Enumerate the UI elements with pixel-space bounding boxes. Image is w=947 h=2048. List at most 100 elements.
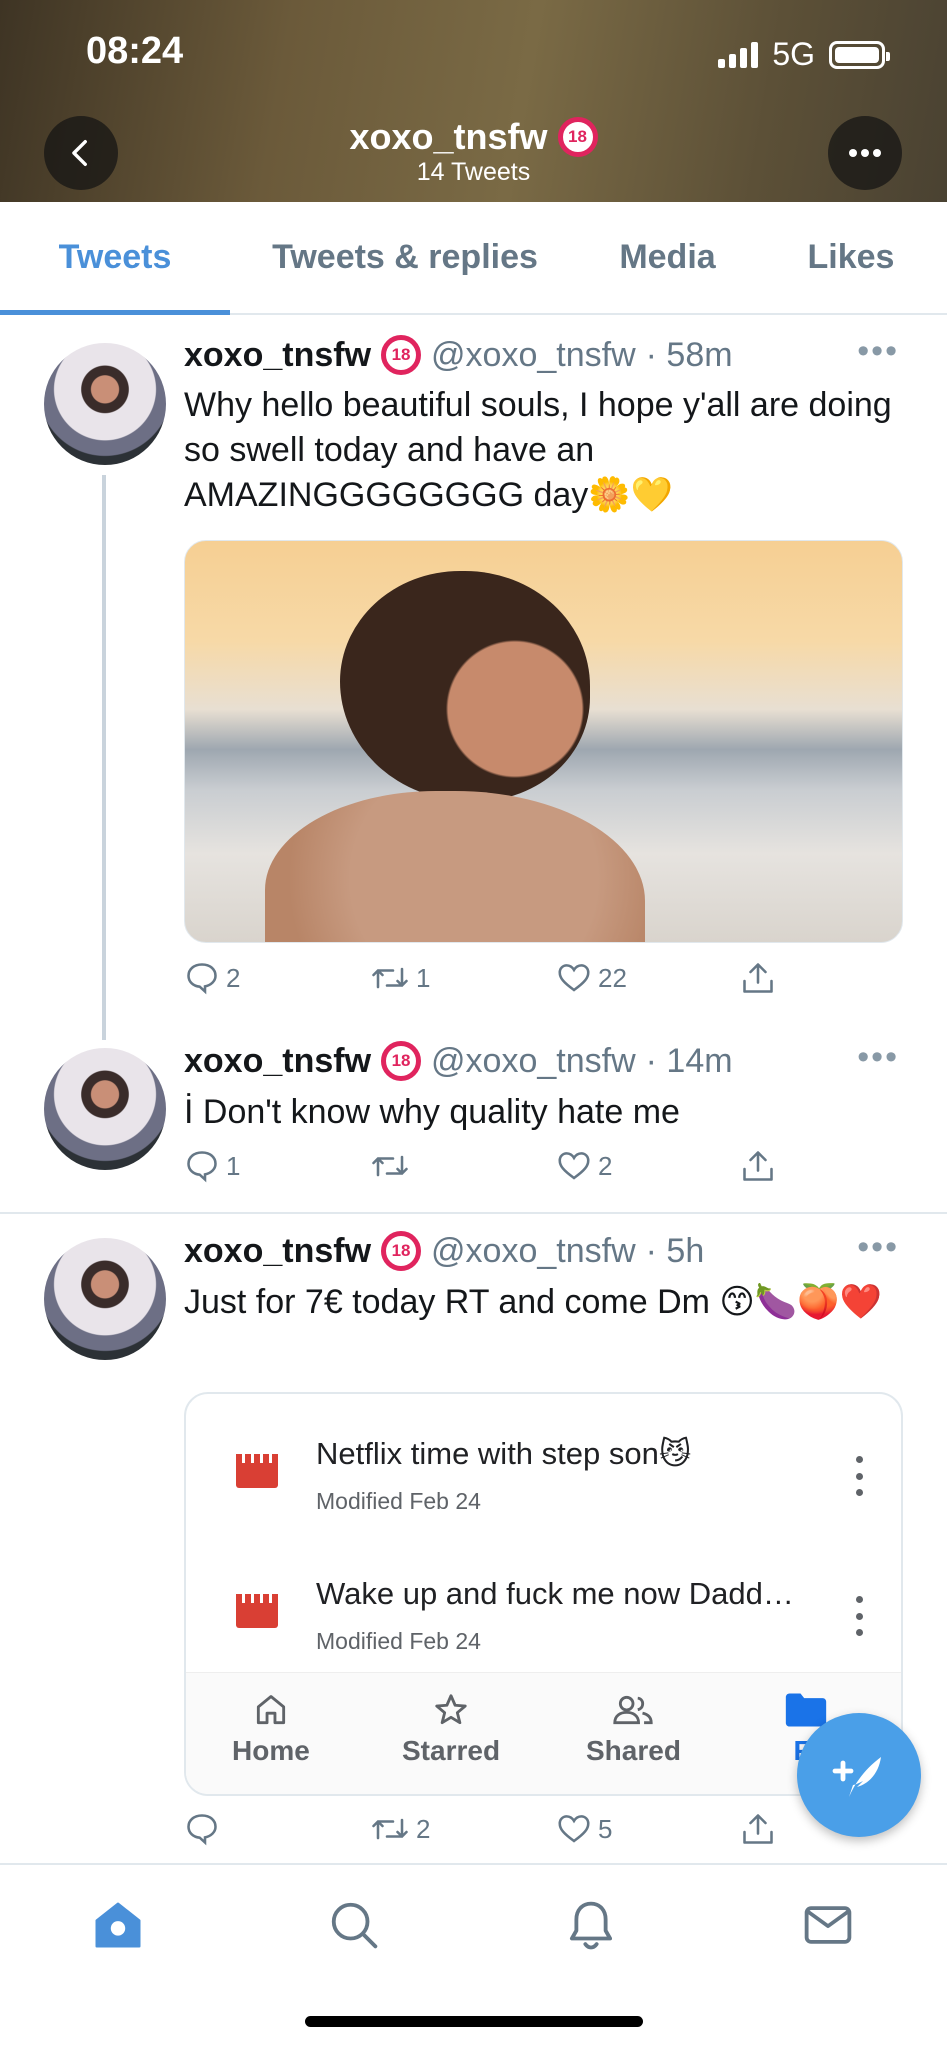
home-indicator[interactable] [305, 2016, 643, 2027]
reply-icon [187, 1151, 217, 1183]
retweet-icon [372, 967, 408, 989]
like-icon [558, 1152, 590, 1180]
share-icon [743, 1151, 773, 1181]
nav-home[interactable] [88, 1895, 148, 1955]
drive-nav-shared-label: Shared [586, 1735, 681, 1766]
network-label: 5G [772, 36, 815, 72]
home-icon [95, 1902, 141, 1948]
drive-nav-starred-label: Starred [402, 1735, 501, 1766]
status-indicators: 5G [718, 36, 890, 73]
like-count: 2 [598, 1150, 613, 1181]
tweet-actions: 1 2 [184, 1148, 904, 1198]
adult-badge-icon: 18 [557, 117, 598, 157]
profile-tabs: Tweets Tweets & replies Media Likes [0, 202, 947, 315]
drive-file-modified: Modified Feb 24 [316, 1628, 481, 1654]
tweet-time: · 58m [645, 335, 733, 374]
reply-button[interactable] [184, 1811, 226, 1847]
tweet-handle[interactable]: @xoxo_tnsfw [431, 1232, 636, 1271]
kebab-menu-icon[interactable] [855, 1456, 863, 1496]
like-button[interactable]: 5 [556, 1811, 612, 1847]
like-button[interactable]: 2 [556, 1148, 612, 1184]
tweet-text: Just for 7€ today RT and come Dm 😙🍆🍑❤️ [184, 1283, 882, 1321]
tweet-handle[interactable]: @xoxo_tnsfw [431, 336, 636, 375]
share-button[interactable] [740, 1811, 776, 1847]
like-icon [558, 964, 590, 992]
tweet-actions: 2 5 [184, 1811, 904, 1861]
nav-notifications[interactable] [561, 1895, 621, 1955]
profile-name: xoxo_tnsfw [349, 116, 548, 157]
tweet-menu-button[interactable]: ••• [857, 1038, 899, 1077]
avatar[interactable] [44, 1238, 166, 1360]
tweet-time: · 14m [645, 1041, 733, 1080]
search-icon [331, 1902, 378, 1949]
tweet-text: İ Don't know why quality hate me [184, 1093, 680, 1131]
reply-button[interactable]: 2 [184, 960, 240, 996]
retweet-icon [372, 1155, 408, 1177]
people-icon [613, 1695, 654, 1725]
share-button[interactable] [740, 1148, 776, 1184]
ellipsis-icon [849, 149, 881, 157]
drive-file-row[interactable]: Netflix time with step son😼 Modified Feb… [186, 1416, 901, 1526]
adult-badge-icon: 18 [381, 1041, 422, 1081]
like-count: 22 [598, 962, 627, 993]
nav-messages[interactable] [798, 1895, 858, 1955]
nav-search[interactable] [324, 1895, 384, 1955]
signal-icon [718, 41, 759, 68]
compose-icon [832, 1757, 881, 1797]
share-button[interactable] [740, 960, 776, 996]
tweet-photo[interactable] [184, 540, 903, 943]
adult-badge-icon: 18 [381, 335, 422, 375]
drive-screenshot-card[interactable]: Netflix time with step son😼 Modified Feb… [184, 1392, 903, 1796]
folder-icon [785, 1693, 827, 1727]
mail-icon [804, 1906, 852, 1944]
video-file-icon [236, 1594, 278, 1628]
drive-nav-shared[interactable]: Shared [586, 1691, 681, 1767]
thread-line [102, 475, 106, 1040]
status-time: 08:24 [86, 30, 184, 72]
drive-file-modified: Modified Feb 24 [316, 1488, 481, 1514]
drive-nav-home-label: Home [232, 1735, 310, 1766]
kebab-menu-icon[interactable] [855, 1596, 863, 1636]
tweet-author-name[interactable]: xoxo_tnsfw [184, 1232, 371, 1271]
adult-badge-icon: 18 [381, 1231, 422, 1271]
drive-file-row[interactable]: Wake up and fuck me now Dadd… Modified F… [186, 1556, 901, 1666]
tweet-menu-button[interactable]: ••• [857, 1228, 899, 1267]
tab-likes[interactable]: Likes [755, 202, 947, 313]
share-icon [743, 963, 773, 993]
retweet-button[interactable]: 2 [370, 1811, 430, 1847]
tweet-text: Why hello beautiful souls, I hope y'all … [184, 386, 892, 514]
tab-tweets[interactable]: Tweets [0, 202, 230, 315]
home-outline-icon [256, 1695, 285, 1725]
video-file-icon [236, 1454, 278, 1488]
drive-nav-starred[interactable]: Starred [402, 1691, 500, 1767]
profile-header: 08:24 5G xoxo_tnsfw 18 14 Tweets [0, 0, 947, 202]
retweet-count: 1 [416, 962, 431, 993]
reply-button[interactable]: 1 [184, 1148, 240, 1184]
tweet-author-name[interactable]: xoxo_tnsfw [184, 1042, 371, 1081]
like-button[interactable]: 22 [556, 960, 627, 996]
avatar[interactable] [44, 1048, 166, 1170]
more-options-button[interactable] [828, 116, 902, 190]
star-icon [435, 1694, 467, 1725]
tweet-actions: 2 1 22 [184, 960, 904, 1010]
tab-tweets-replies[interactable]: Tweets & replies [230, 202, 580, 313]
drive-file-name: Netflix time with step son😼 [316, 1436, 692, 1471]
retweet-icon [372, 1818, 408, 1840]
battery-icon [829, 40, 890, 69]
tweet-count: 14 Tweets [416, 158, 531, 186]
drive-bottom-nav: Home Starred Shared Fi [186, 1672, 901, 1794]
retweet-button[interactable] [370, 1148, 416, 1184]
reply-count: 1 [226, 1150, 241, 1181]
share-icon [743, 1814, 773, 1844]
tab-media[interactable]: Media [580, 202, 755, 313]
compose-tweet-button[interactable] [797, 1713, 921, 1837]
bell-icon [569, 1901, 613, 1950]
divider [0, 1212, 947, 1214]
drive-nav-home[interactable]: Home [232, 1691, 310, 1767]
tweet-author-name[interactable]: xoxo_tnsfw [184, 336, 371, 375]
photo-subject [340, 571, 590, 801]
tweet-handle[interactable]: @xoxo_tnsfw [431, 1042, 636, 1081]
avatar[interactable] [44, 343, 166, 465]
retweet-button[interactable]: 1 [370, 960, 430, 996]
tweet-menu-button[interactable]: ••• [857, 332, 899, 371]
